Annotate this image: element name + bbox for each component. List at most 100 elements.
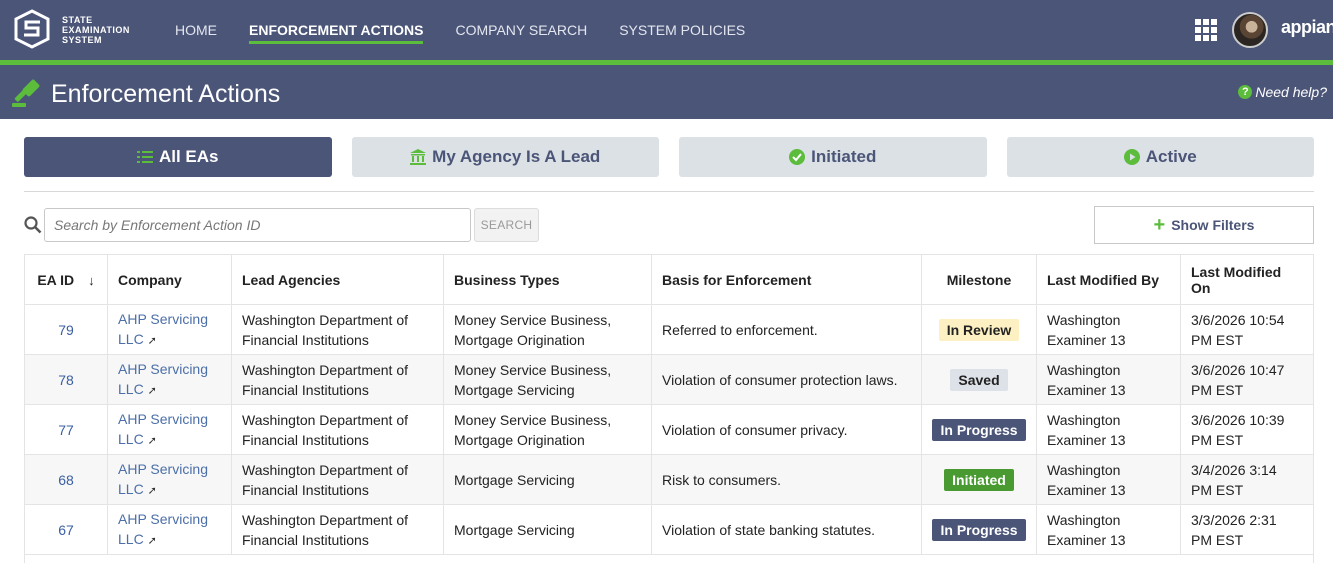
col-ea-id[interactable]: EA ID ↓ <box>24 254 108 305</box>
business-type-line2: Mortgage Origination <box>454 331 585 348</box>
business-type-line2: Mortgage Servicing <box>454 381 575 398</box>
company-cell: AHP Servicing LLC ➚ <box>107 404 232 455</box>
help-icon: ? <box>1238 85 1253 99</box>
company-name-line1: AHP Servicing <box>118 310 209 327</box>
modified-by-line2: Examiner 13 <box>1047 481 1126 498</box>
modified-on-line1: 3/6/2026 10:47 <box>1191 361 1285 378</box>
col-business-types: Business Types <box>443 254 652 305</box>
col-ea-id-label: EA ID <box>37 271 75 288</box>
ea-id-cell: 79 <box>24 304 108 355</box>
state-examination-system-logo[interactable] <box>12 8 52 50</box>
tab-initiated[interactable]: Initiated <box>679 137 987 177</box>
modified-on-line1: 3/6/2026 10:39 <box>1191 411 1285 428</box>
plus-icon: + <box>1153 214 1166 236</box>
modified-by-line1: Washington <box>1047 411 1121 428</box>
milestone-badge: Saved <box>950 368 1008 391</box>
page-title: Enforcement Actions <box>51 80 281 108</box>
modified-on-line2: PM EST <box>1191 331 1244 348</box>
company-link[interactable]: AHP Servicing LLC ➚ <box>118 461 208 497</box>
ea-id-cell: 77 <box>24 404 108 455</box>
user-avatar[interactable] <box>1232 12 1268 48</box>
modified-by-line2: Examiner 13 <box>1047 431 1126 448</box>
ea-id-link[interactable]: 77 <box>58 422 74 438</box>
company-link[interactable]: AHP Servicing LLC ➚ <box>118 311 208 347</box>
ea-id-cell: 68 <box>24 454 108 505</box>
company-name-line1: AHP Servicing <box>118 510 209 527</box>
tab-initiated-label: Initiated <box>811 147 877 166</box>
ea-id-link[interactable]: 78 <box>58 372 74 388</box>
tab-all-eas[interactable]: All EAs <box>24 137 332 177</box>
top-nav-bar: STATE EXAMINATION SYSTEM HOME ENFORCEMEN… <box>0 0 1333 60</box>
company-cell: AHP Servicing LLC ➚ <box>107 454 232 505</box>
modified-by-line1: Washington <box>1047 511 1121 528</box>
modified-by-line2: Examiner 13 <box>1047 381 1126 398</box>
table-row[interactable]: 77 AHP Servicing LLC ➚ Washington Departmen… <box>24 404 1314 455</box>
show-filters-label: Show Filters <box>1171 217 1255 233</box>
nav-system-policies[interactable]: SYSTEM POLICIES <box>619 0 745 60</box>
business-types-cell: Money Service Business, Mortgage Originat… <box>443 404 652 455</box>
last-modified-by-cell: Washington Examiner 13 <box>1036 454 1181 505</box>
company-link[interactable]: AHP Servicing LLC ➚ <box>118 411 208 447</box>
last-modified-on-cell: 3/3/2026 2:31 PM EST <box>1180 504 1314 555</box>
tab-my-agency-lead[interactable]: My Agency Is A Lead <box>351 137 659 177</box>
lead-line2: Financial Institutions <box>242 381 369 398</box>
table-row[interactable]: 78 AHP Servicing LLC ➚ Washington Departmen… <box>24 354 1314 405</box>
company-link[interactable]: AHP Servicing LLC ➚ <box>118 361 208 397</box>
modified-by-line1: Washington <box>1047 461 1121 478</box>
appian-logo: appian <box>1281 17 1333 37</box>
basis-cell: Referred to enforcement. <box>651 304 922 355</box>
company-cell: AHP Servicing LLC ➚ <box>107 304 232 355</box>
ea-id-link[interactable]: 68 <box>58 472 74 488</box>
ea-id-cell: 78 <box>24 354 108 405</box>
lead-line1: Washington Department of <box>242 411 409 428</box>
table-row[interactable]: 67 AHP Servicing LLC ➚ Washington Departmen… <box>24 504 1314 555</box>
milestone-badge: In Progress <box>932 518 1026 541</box>
ea-id-link[interactable]: 79 <box>58 322 74 338</box>
last-modified-by-cell: Washington Examiner 13 <box>1036 304 1181 355</box>
table-row[interactable]: 79 AHP Servicing LLC ➚ Washington Departmen… <box>24 304 1314 355</box>
external-link-icon: ➚ <box>147 434 157 447</box>
modified-on-line2: PM EST <box>1191 431 1244 448</box>
nav-company-search[interactable]: COMPANY SEARCH <box>455 0 587 60</box>
play-circle-icon <box>1123 149 1140 165</box>
search-button[interactable]: SEARCH <box>474 208 539 242</box>
col-basis: Basis for Enforcement <box>651 254 922 305</box>
business-types-cell: Mortgage Servicing <box>443 454 652 505</box>
business-type-line1: Money Service Business, <box>454 411 612 428</box>
modified-on-line2: PM EST <box>1191 531 1244 548</box>
company-name-line2: LLC <box>118 430 144 447</box>
basis-cell: Violation of state banking statutes. <box>651 504 922 555</box>
company-name-line2: LLC <box>118 530 144 547</box>
milestone-cell: In Review <box>921 304 1037 355</box>
lead-line1: Washington Department of <box>242 511 409 528</box>
lead-line2: Financial Institutions <box>242 531 369 548</box>
search-icon <box>24 216 42 234</box>
app-grid-icon[interactable] <box>1195 19 1217 41</box>
section-divider <box>24 191 1314 192</box>
external-link-icon: ➚ <box>147 484 157 497</box>
table-row[interactable]: 68 AHP Servicing LLC ➚ Washington Departmen… <box>24 454 1314 505</box>
business-types-cell: Money Service Business, Mortgage Servicin… <box>443 354 652 405</box>
tab-active[interactable]: Active <box>1006 137 1314 177</box>
nav-enforcement-actions[interactable]: ENFORCEMENT ACTIONS <box>249 0 424 60</box>
nav-home[interactable]: HOME <box>175 0 217 60</box>
company-name-line1: AHP Servicing <box>118 460 209 477</box>
col-lead-agencies: Lead Agencies <box>231 254 444 305</box>
company-link[interactable]: AHP Servicing LLC ➚ <box>118 511 208 547</box>
last-modified-by-cell: Washington Examiner 13 <box>1036 404 1181 455</box>
ea-id-link[interactable]: 67 <box>58 522 74 538</box>
modified-on-line1: 3/4/2026 3:14 <box>1191 461 1277 478</box>
business-type-line2: Mortgage Origination <box>454 431 585 448</box>
list-icon <box>136 151 153 163</box>
table-row-partial <box>24 555 1314 563</box>
search-input[interactable] <box>44 208 471 242</box>
need-help-label: Need help? <box>1255 84 1327 100</box>
business-type-line1: Money Service Business, <box>454 311 612 328</box>
need-help-link[interactable]: ? Need help? <box>1238 84 1327 100</box>
modified-by-line2: Examiner 13 <box>1047 331 1126 348</box>
lead-line1: Washington Department of <box>242 361 409 378</box>
show-filters-button[interactable]: + Show Filters <box>1094 206 1314 244</box>
lead-line2: Financial Institutions <box>242 481 369 498</box>
lead-line2: Financial Institutions <box>242 331 369 348</box>
business-type-line1: Mortgage Servicing <box>454 471 575 488</box>
